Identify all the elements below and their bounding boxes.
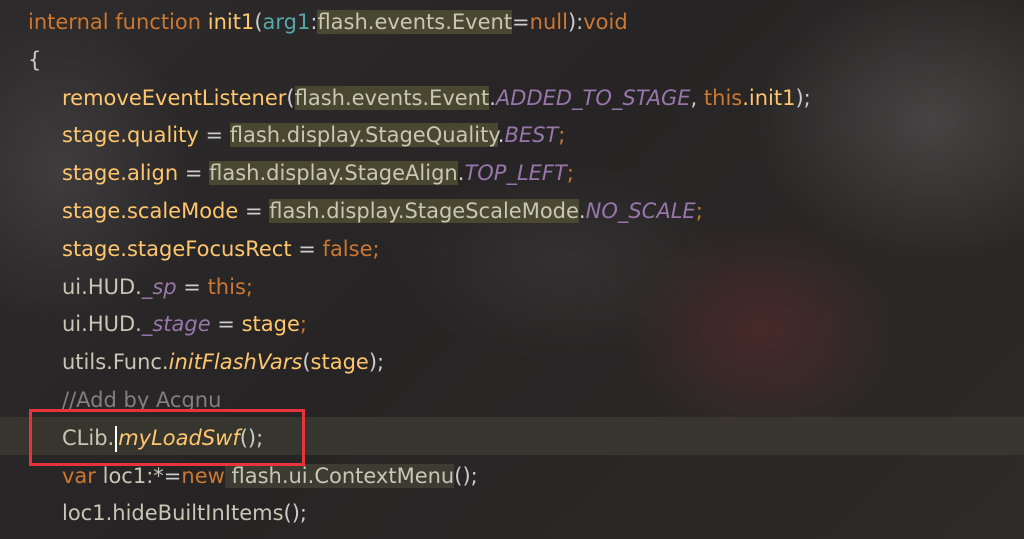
var-keyword: var [62, 463, 96, 488]
dot: . [578, 198, 586, 223]
call-parens: (); [283, 501, 307, 526]
param-name[interactable]: arg1 [263, 10, 311, 34]
constant[interactable]: TOP_LEFT [464, 161, 566, 185]
constant[interactable]: BEST [504, 123, 558, 147]
red-annotation-box [29, 409, 305, 466]
assignment-target[interactable]: stage.align [62, 161, 178, 185]
new-keyword: new [181, 463, 225, 488]
open-paren: ( [302, 350, 311, 375]
code-line-stage-scalemode[interactable]: stage.scaleMode = flash.display.StageSca… [0, 193, 1024, 231]
class-reference[interactable]: flash.display.StageAlign [209, 161, 458, 186]
this-keyword: this [207, 274, 246, 299]
constant[interactable]: ADDED_TO_STAGE [496, 86, 691, 110]
param-type[interactable]: flash.events.Event [317, 10, 513, 34]
assignment-target[interactable]: stage.quality [62, 123, 199, 147]
equals-sign: = [512, 10, 530, 34]
assign-operator: = [178, 161, 210, 186]
call-parens: (); [454, 463, 478, 488]
function-keyword: function [115, 10, 202, 34]
semicolon: ; [245, 274, 253, 299]
stage-reference[interactable]: stage [242, 312, 300, 336]
boolean-value: false [322, 236, 373, 261]
class-reference[interactable]: flash.display.StageScaleMode [269, 198, 579, 223]
code-line-stage-align[interactable]: stage.align = flash.display.StageAlign.T… [0, 155, 1024, 193]
code-editor[interactable]: internal function init1(arg1:flash.event… [0, 0, 1024, 539]
code-line-open-brace[interactable]: { [0, 42, 1024, 80]
semicolon: ; [299, 312, 307, 337]
function-name[interactable]: init1 [208, 10, 255, 34]
class-reference[interactable]: flash.events.Event [294, 85, 490, 110]
default-value: null [529, 10, 568, 34]
return-type: void [583, 10, 628, 34]
assign-operator: = [210, 312, 242, 337]
open-paren: ( [286, 85, 295, 110]
code-line-signature[interactable]: internal function init1(arg1:flash.event… [0, 4, 1024, 42]
assign-operator: = [291, 236, 323, 261]
comma: , [690, 85, 704, 110]
member-reference[interactable]: _sp [142, 275, 177, 299]
argument[interactable]: stage [311, 350, 369, 374]
member-reference[interactable]: _stage [142, 312, 211, 336]
this-keyword: this [703, 85, 743, 110]
object-reference[interactable]: utils.Func. [62, 350, 169, 374]
assignment-target[interactable]: stage.scaleMode [62, 199, 238, 223]
semicolon: ; [372, 236, 380, 261]
code-line-hud-stage[interactable]: ui.HUD._stage = stage; [0, 306, 1024, 344]
code-line-init-flashvars[interactable]: utils.Func.initFlashVars(stage); [0, 344, 1024, 382]
open-brace: { [28, 47, 42, 72]
method-call[interactable]: initFlashVars [169, 350, 303, 374]
assignment-target[interactable]: stage.stageFocusRect [62, 237, 292, 261]
close-paren: ) [567, 10, 577, 34]
code-line-stage-focusrect[interactable]: stage.stageFocusRect = false; [0, 231, 1024, 269]
member-reference[interactable]: .init1 [742, 86, 795, 110]
assign-operator: = [238, 198, 270, 223]
variable-declaration[interactable]: loc1:* [96, 464, 164, 488]
object-reference[interactable]: ui.HUD. [62, 312, 142, 336]
method-call[interactable]: loc1.hideBuiltInItems [62, 501, 284, 525]
object-reference[interactable]: ui.HUD. [62, 275, 142, 299]
semicolon: ; [695, 198, 703, 223]
close-paren: ); [368, 350, 385, 375]
code-line-hide-items[interactable]: loc1.hideBuiltInItems(); [0, 495, 1024, 533]
code-line-hud-sp[interactable]: ui.HUD._sp = this; [0, 269, 1024, 307]
class-reference[interactable]: flash.display.StageQuality [229, 123, 498, 148]
semicolon: ; [558, 123, 566, 148]
assign-operator: = [163, 463, 182, 488]
method-call[interactable]: removeEventListener [62, 86, 286, 110]
semicolon: ; [566, 161, 574, 186]
class-reference[interactable]: flash.ui.ContextMenu [224, 463, 455, 488]
dot: . [489, 85, 496, 110]
constant[interactable]: NO_SCALE [586, 199, 696, 223]
open-paren: ( [254, 10, 263, 34]
assign-operator: = [176, 274, 208, 299]
close-paren: ); [795, 85, 811, 110]
assign-operator: = [198, 123, 230, 148]
code-line-stage-quality[interactable]: stage.quality = flash.display.StageQuali… [0, 117, 1024, 155]
modifier-keyword: internal [28, 10, 109, 34]
code-line-remove-listener[interactable]: removeEventListener(flash.events.Event.A… [0, 80, 1024, 118]
